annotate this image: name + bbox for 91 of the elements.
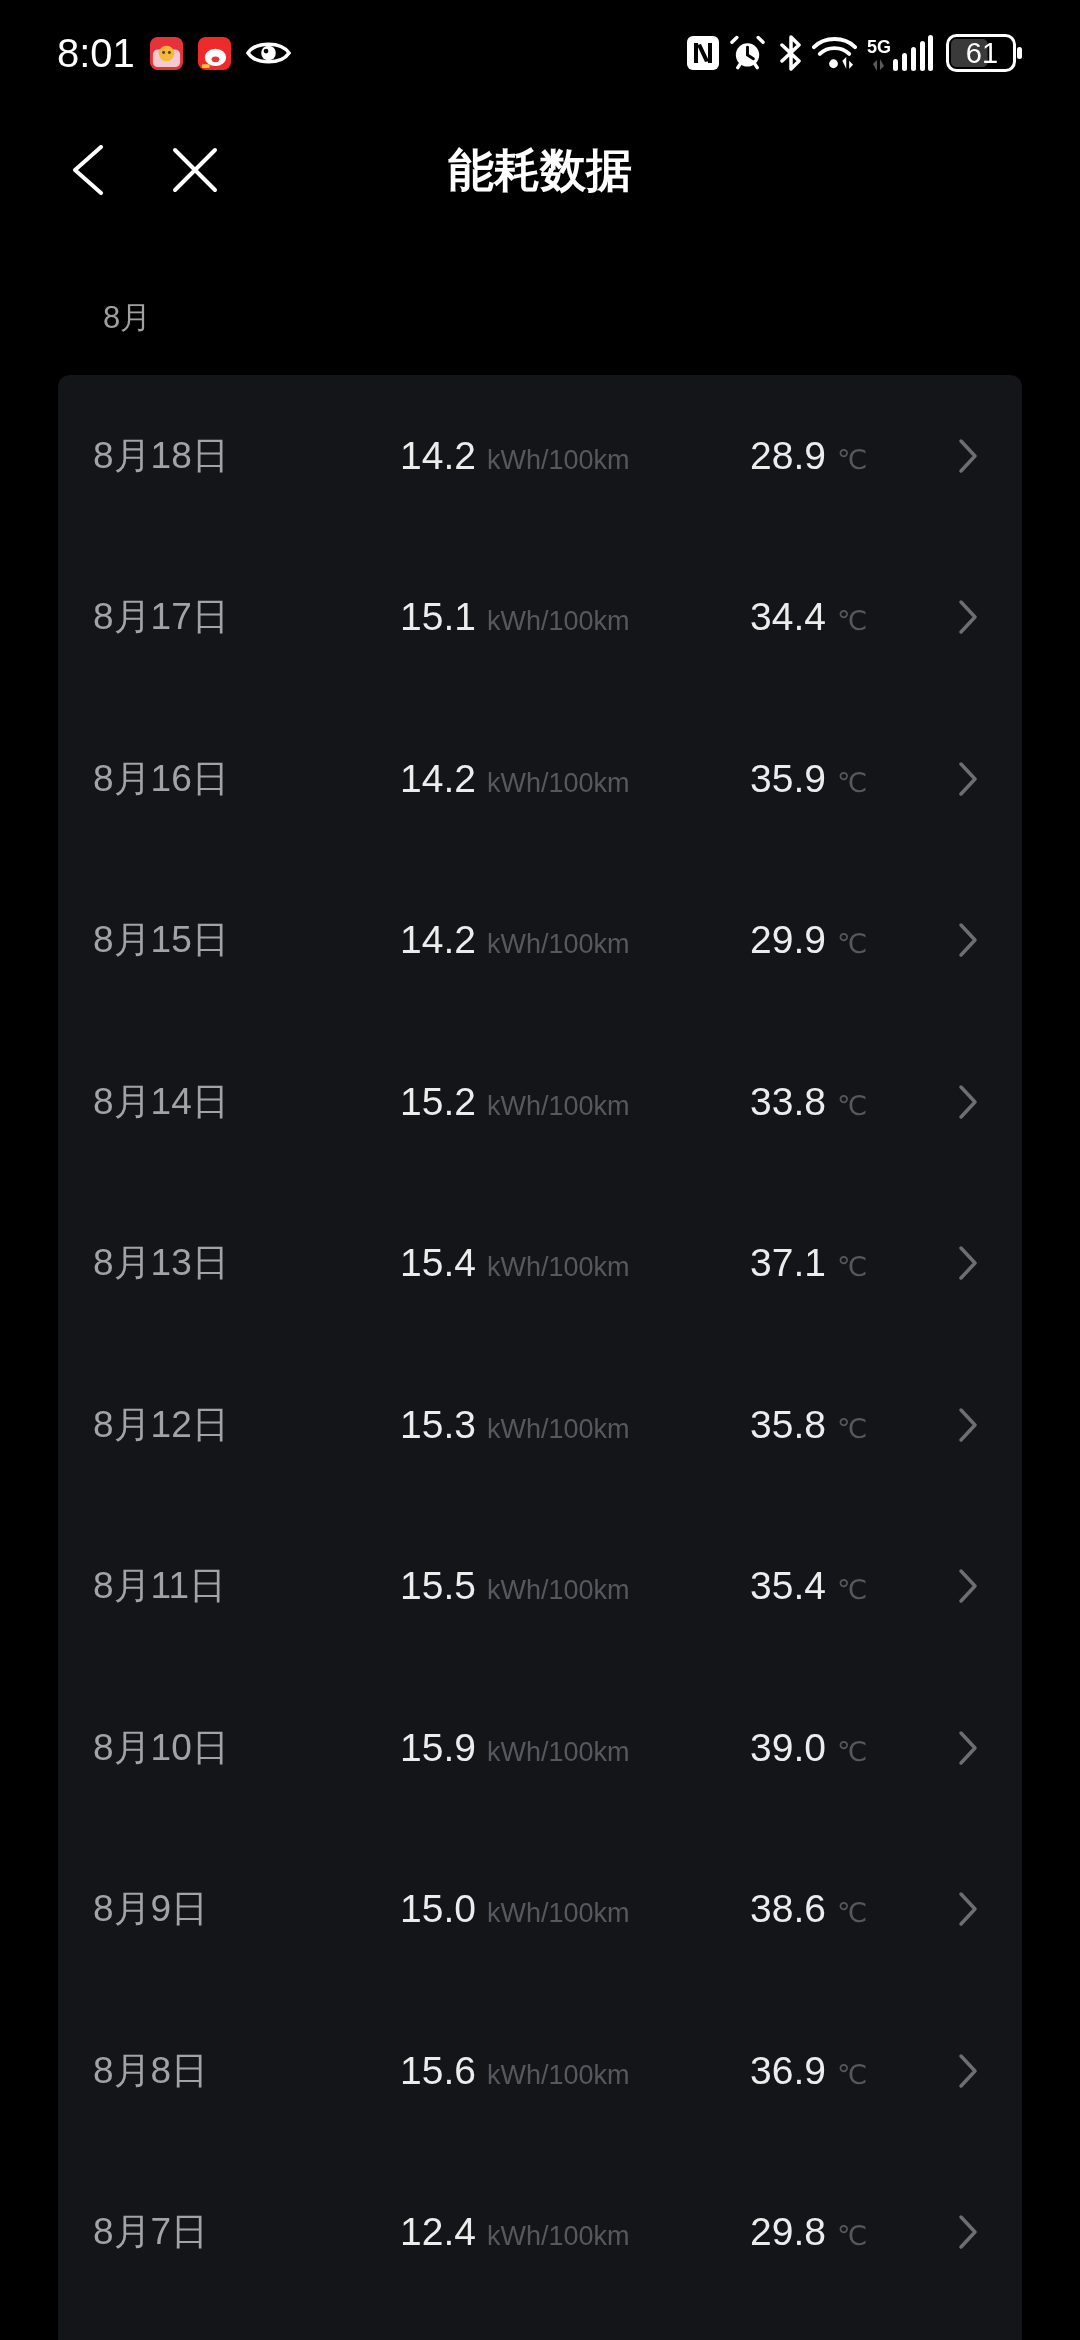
temperature-value: 29.8 (750, 2210, 826, 2255)
consumption-unit: kWh/100km (486, 606, 630, 638)
consumption-unit: kWh/100km (486, 2059, 630, 2091)
temperature-unit: ℃ (836, 928, 868, 961)
consumption-unit: kWh/100km (486, 444, 630, 476)
consumption-value: 15.4 (400, 1241, 476, 1286)
temperature-value: 29.9 (750, 918, 826, 963)
consumption-unit: kWh/100km (486, 1898, 630, 1930)
page-title: 能耗数据 (448, 143, 632, 198)
chevron-icon[interactable] (958, 1729, 978, 1766)
date-label: 8月16日 (93, 756, 229, 801)
temperature-value: 38.6 (750, 1887, 826, 1932)
clock-time: 8:01 (57, 30, 135, 76)
app-icon (149, 36, 183, 70)
chevron-icon[interactable] (958, 1891, 978, 1928)
chevron-icon[interactable] (958, 1083, 978, 1120)
temperature-unit: ℃ (836, 766, 868, 799)
consumption-unit: kWh/100km (486, 929, 630, 961)
battery-icon (946, 34, 1022, 72)
date-label: 8月14日 (93, 1079, 229, 1124)
chevron-icon[interactable] (958, 922, 978, 959)
date-label: 8月11日 (93, 1564, 226, 1609)
chevron-icon[interactable] (958, 599, 978, 636)
date-label: 8月7日 (93, 2210, 209, 2255)
network-type: 5G (867, 37, 891, 57)
chevron-icon[interactable] (958, 760, 978, 797)
date-label: 8月17日 (93, 595, 229, 640)
date-label: 8月12日 (93, 1402, 229, 1447)
date-label: 8月9日 (93, 1887, 209, 1932)
temperature-unit: ℃ (836, 2220, 868, 2253)
consumption-value: 15.1 (400, 595, 476, 640)
bluetooth-icon (779, 35, 803, 71)
wifi-icon (812, 36, 857, 70)
month-label: 8月 (103, 299, 152, 337)
date-label: 8月8日 (93, 2048, 209, 2093)
temperature-value: 33.8 (750, 1079, 826, 1124)
temperature-value: 28.9 (750, 433, 826, 478)
battery-level: 61 (964, 36, 1000, 70)
consumption-unit: kWh/100km (486, 1575, 630, 1607)
chevron-icon[interactable] (958, 2214, 978, 2251)
consumption-value: 15.0 (400, 1887, 476, 1932)
app-icon (197, 36, 231, 70)
chevron-icon[interactable] (958, 1406, 978, 1443)
temperature-unit: ℃ (836, 2058, 868, 2091)
temperature-unit: ℃ (836, 1089, 868, 1122)
date-label: 8月10日 (93, 1725, 229, 1770)
consumption-unit: kWh/100km (486, 1413, 630, 1445)
temperature-value: 35.9 (750, 756, 826, 801)
consumption-unit: kWh/100km (486, 1252, 630, 1284)
temperature-unit: ℃ (836, 1251, 868, 1284)
consumption-value: 15.9 (400, 1725, 476, 1770)
temperature-value: 37.1 (750, 1241, 826, 1286)
temperature-value: 36.9 (750, 2048, 826, 2093)
consumption-value: 14.2 (400, 433, 476, 478)
consumption-value: 15.6 (400, 2048, 476, 2093)
eye-icon (245, 39, 291, 67)
consumption-value: 14.2 (400, 756, 476, 801)
temperature-unit: ℃ (836, 1574, 868, 1607)
temperature-unit: ℃ (836, 1412, 868, 1445)
close-button[interactable] (170, 145, 220, 195)
temperature-unit: ℃ (836, 605, 868, 638)
chevron-icon[interactable] (958, 1245, 978, 1282)
consumption-value: 15.2 (400, 1079, 476, 1124)
consumption-value: 15.5 (400, 1564, 476, 1609)
temperature-unit: ℃ (836, 1735, 868, 1768)
temperature-unit: ℃ (836, 443, 868, 476)
consumption-unit: kWh/100km (486, 1090, 630, 1122)
alarm-clock-icon (730, 35, 765, 71)
nfc-icon (687, 36, 719, 70)
date-label: 8月18日 (93, 433, 229, 478)
chevron-icon[interactable] (958, 1568, 978, 1605)
temperature-value: 34.4 (750, 595, 826, 640)
date-label: 8月13日 (93, 1241, 229, 1286)
chevron-icon[interactable] (958, 2052, 978, 2089)
consumption-value: 14.2 (400, 918, 476, 963)
consumption-unit: kWh/100km (486, 1736, 630, 1768)
consumption-value: 15.3 (400, 1402, 476, 1447)
back-button[interactable] (70, 143, 106, 197)
consumption-unit: kWh/100km (486, 767, 630, 799)
data-arrows-icon (872, 59, 886, 71)
date-label: 8月15日 (93, 918, 229, 963)
close-icon (172, 147, 218, 193)
signal-bars-icon (893, 35, 933, 71)
temperature-value: 35.4 (750, 1564, 826, 1609)
back-icon (72, 145, 104, 195)
temperature-value: 39.0 (750, 1725, 826, 1770)
consumption-value: 12.4 (400, 2210, 476, 2255)
temperature-value: 35.8 (750, 1402, 826, 1447)
chevron-icon[interactable] (958, 437, 978, 474)
temperature-unit: ℃ (836, 1897, 868, 1930)
consumption-unit: kWh/100km (486, 2221, 630, 2253)
